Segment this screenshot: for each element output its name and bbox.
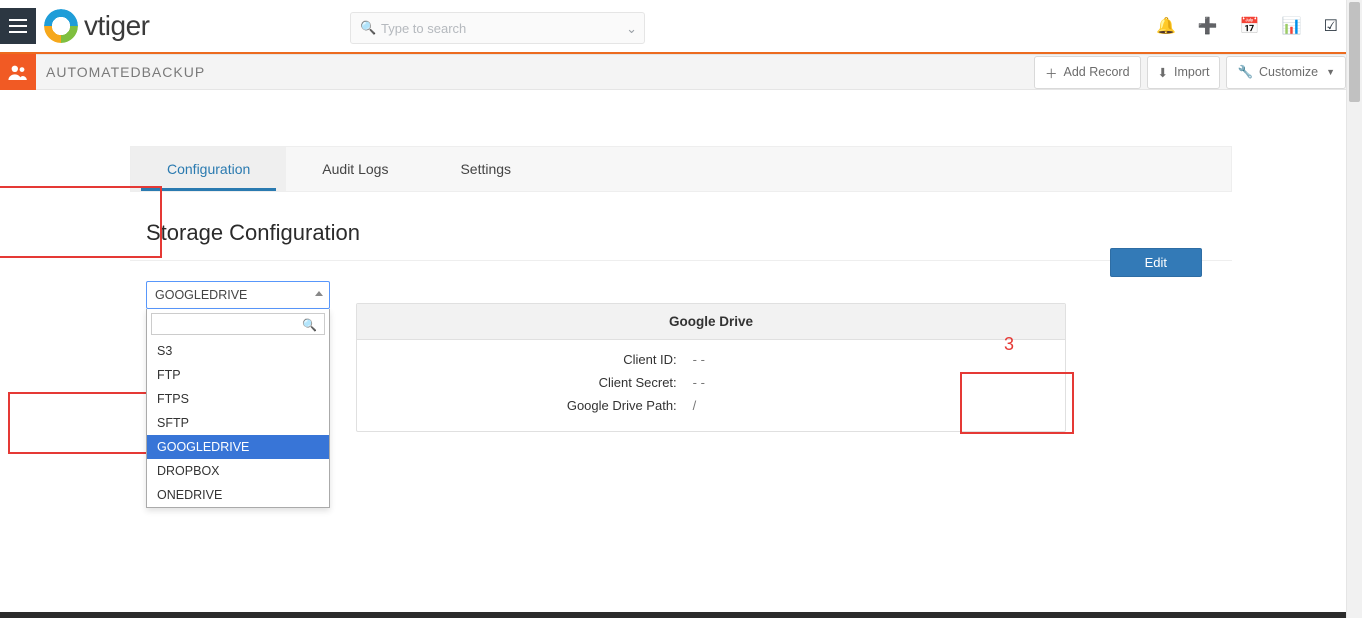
- scrollbar-thumb[interactable]: [1349, 2, 1360, 102]
- content-area: Configuration Audit Logs Settings Storag…: [0, 146, 1362, 452]
- storage-select-dropdown: 🔍 S3 FTP FTPS SFTP GOOGLEDRIVE DROPBOX O…: [146, 309, 330, 508]
- chevron-down-icon: ▼: [1326, 67, 1335, 77]
- detail-row: Google Drive Path: /: [357, 394, 1065, 417]
- storage-select-search-input[interactable]: [151, 313, 325, 335]
- scrollbar[interactable]: [1346, 0, 1362, 618]
- download-icon: ⬇: [1158, 65, 1168, 80]
- plus-circle-icon[interactable]: ➕: [1198, 16, 1218, 36]
- module-actions: ＋ Add Record ⬇ Import 🔧 Customize ▼: [1034, 56, 1346, 89]
- search-options-icon[interactable]: ⌄: [626, 21, 637, 37]
- module-icon[interactable]: [0, 54, 36, 90]
- top-bar: vtiger 🔍 ⌄ 🔔 ➕ 📅 📊 ☑: [0, 0, 1362, 54]
- storage-option-s3[interactable]: S3: [147, 339, 329, 363]
- opt-label: SFTP: [157, 416, 189, 430]
- add-record-label: Add Record: [1064, 65, 1130, 79]
- opt-label: S3: [157, 344, 172, 358]
- storage-option-ftps[interactable]: FTPS: [147, 387, 329, 411]
- detail-row: Client ID: - -: [357, 348, 1065, 371]
- detail-label: Client ID:: [357, 352, 683, 367]
- storage-option-onedrive[interactable]: ONEDRIVE: [147, 483, 329, 507]
- section-header: Storage Configuration Edit: [130, 192, 1232, 261]
- bottom-edge: [0, 612, 1346, 618]
- chevron-up-icon: [315, 291, 323, 296]
- detail-value: /: [683, 398, 697, 413]
- task-check-icon[interactable]: ☑: [1324, 16, 1338, 36]
- storage-select-options: S3 FTP FTPS SFTP GOOGLEDRIVE DROPBOX ONE…: [147, 339, 329, 507]
- chart-icon[interactable]: 📊: [1282, 16, 1302, 36]
- module-header: AUTOMATEDBACKUP ＋ Add Record ⬇ Import 🔧 …: [0, 54, 1362, 90]
- module-title: AUTOMATEDBACKUP: [46, 64, 205, 80]
- storage-select-value: GOOGLEDRIVE: [155, 288, 247, 302]
- logo-mark-icon: [44, 9, 78, 43]
- global-search: 🔍 ⌄: [350, 12, 645, 44]
- add-record-button[interactable]: ＋ Add Record: [1034, 56, 1141, 89]
- detail-heading: Google Drive: [357, 304, 1065, 340]
- detail-value: - -: [683, 352, 705, 367]
- tab-configuration[interactable]: Configuration: [131, 147, 286, 191]
- customize-button[interactable]: 🔧 Customize ▼: [1226, 56, 1346, 89]
- detail-label: Google Drive Path:: [357, 398, 683, 413]
- detail-body: Client ID: - - Client Secret: - - Google…: [357, 340, 1065, 431]
- opt-label: GOOGLEDRIVE: [157, 440, 249, 454]
- opt-label: ONEDRIVE: [157, 488, 222, 502]
- wrench-icon: 🔧: [1237, 65, 1253, 80]
- detail-value: - -: [683, 375, 705, 390]
- tab-settings-label: Settings: [460, 161, 511, 177]
- tab-audit-logs[interactable]: Audit Logs: [286, 147, 424, 191]
- opt-label: FTP: [157, 368, 181, 382]
- menu-icon: [9, 19, 27, 33]
- import-label: Import: [1174, 65, 1209, 79]
- bell-icon[interactable]: 🔔: [1156, 16, 1176, 36]
- plus-icon: ＋: [1045, 63, 1058, 82]
- brand-logo[interactable]: vtiger: [44, 9, 149, 43]
- section-title: Storage Configuration: [146, 220, 360, 246]
- storage-option-ftp[interactable]: FTP: [147, 363, 329, 387]
- storage-body: GOOGLEDRIVE 🔍 S3 FTP FTPS SFTP GOOGLEDRI…: [130, 261, 1232, 452]
- detail-row: Client Secret: - -: [357, 371, 1065, 394]
- topbar-right: 🔔 ➕ 📅 📊 ☑: [1156, 16, 1348, 36]
- search-icon: 🔍: [360, 20, 376, 36]
- users-icon: [8, 64, 28, 80]
- storage-select-display[interactable]: GOOGLEDRIVE: [146, 281, 330, 309]
- import-button[interactable]: ⬇ Import: [1147, 56, 1221, 89]
- tabs-bar: Configuration Audit Logs Settings: [130, 146, 1232, 192]
- customize-label: Customize: [1259, 65, 1318, 79]
- search-icon: 🔍: [302, 318, 317, 332]
- search-input[interactable]: [350, 12, 645, 44]
- storage-option-googledrive[interactable]: GOOGLEDRIVE: [147, 435, 329, 459]
- storage-option-dropbox[interactable]: DROPBOX: [147, 459, 329, 483]
- tab-configuration-label: Configuration: [167, 161, 250, 177]
- tab-settings[interactable]: Settings: [424, 147, 547, 191]
- storage-select: GOOGLEDRIVE 🔍 S3 FTP FTPS SFTP GOOGLEDRI…: [146, 281, 330, 309]
- detail-label: Client Secret:: [357, 375, 683, 390]
- hamburger-menu-button[interactable]: [0, 8, 36, 44]
- storage-detail-card: Google Drive Client ID: - - Client Secre…: [356, 303, 1066, 432]
- opt-label: FTPS: [157, 392, 189, 406]
- storage-option-sftp[interactable]: SFTP: [147, 411, 329, 435]
- calendar-icon[interactable]: 📅: [1240, 16, 1260, 36]
- tab-audit-label: Audit Logs: [322, 161, 388, 177]
- brand-name: vtiger: [84, 10, 149, 42]
- storage-select-search: 🔍: [147, 309, 329, 339]
- opt-label: DROPBOX: [157, 464, 220, 478]
